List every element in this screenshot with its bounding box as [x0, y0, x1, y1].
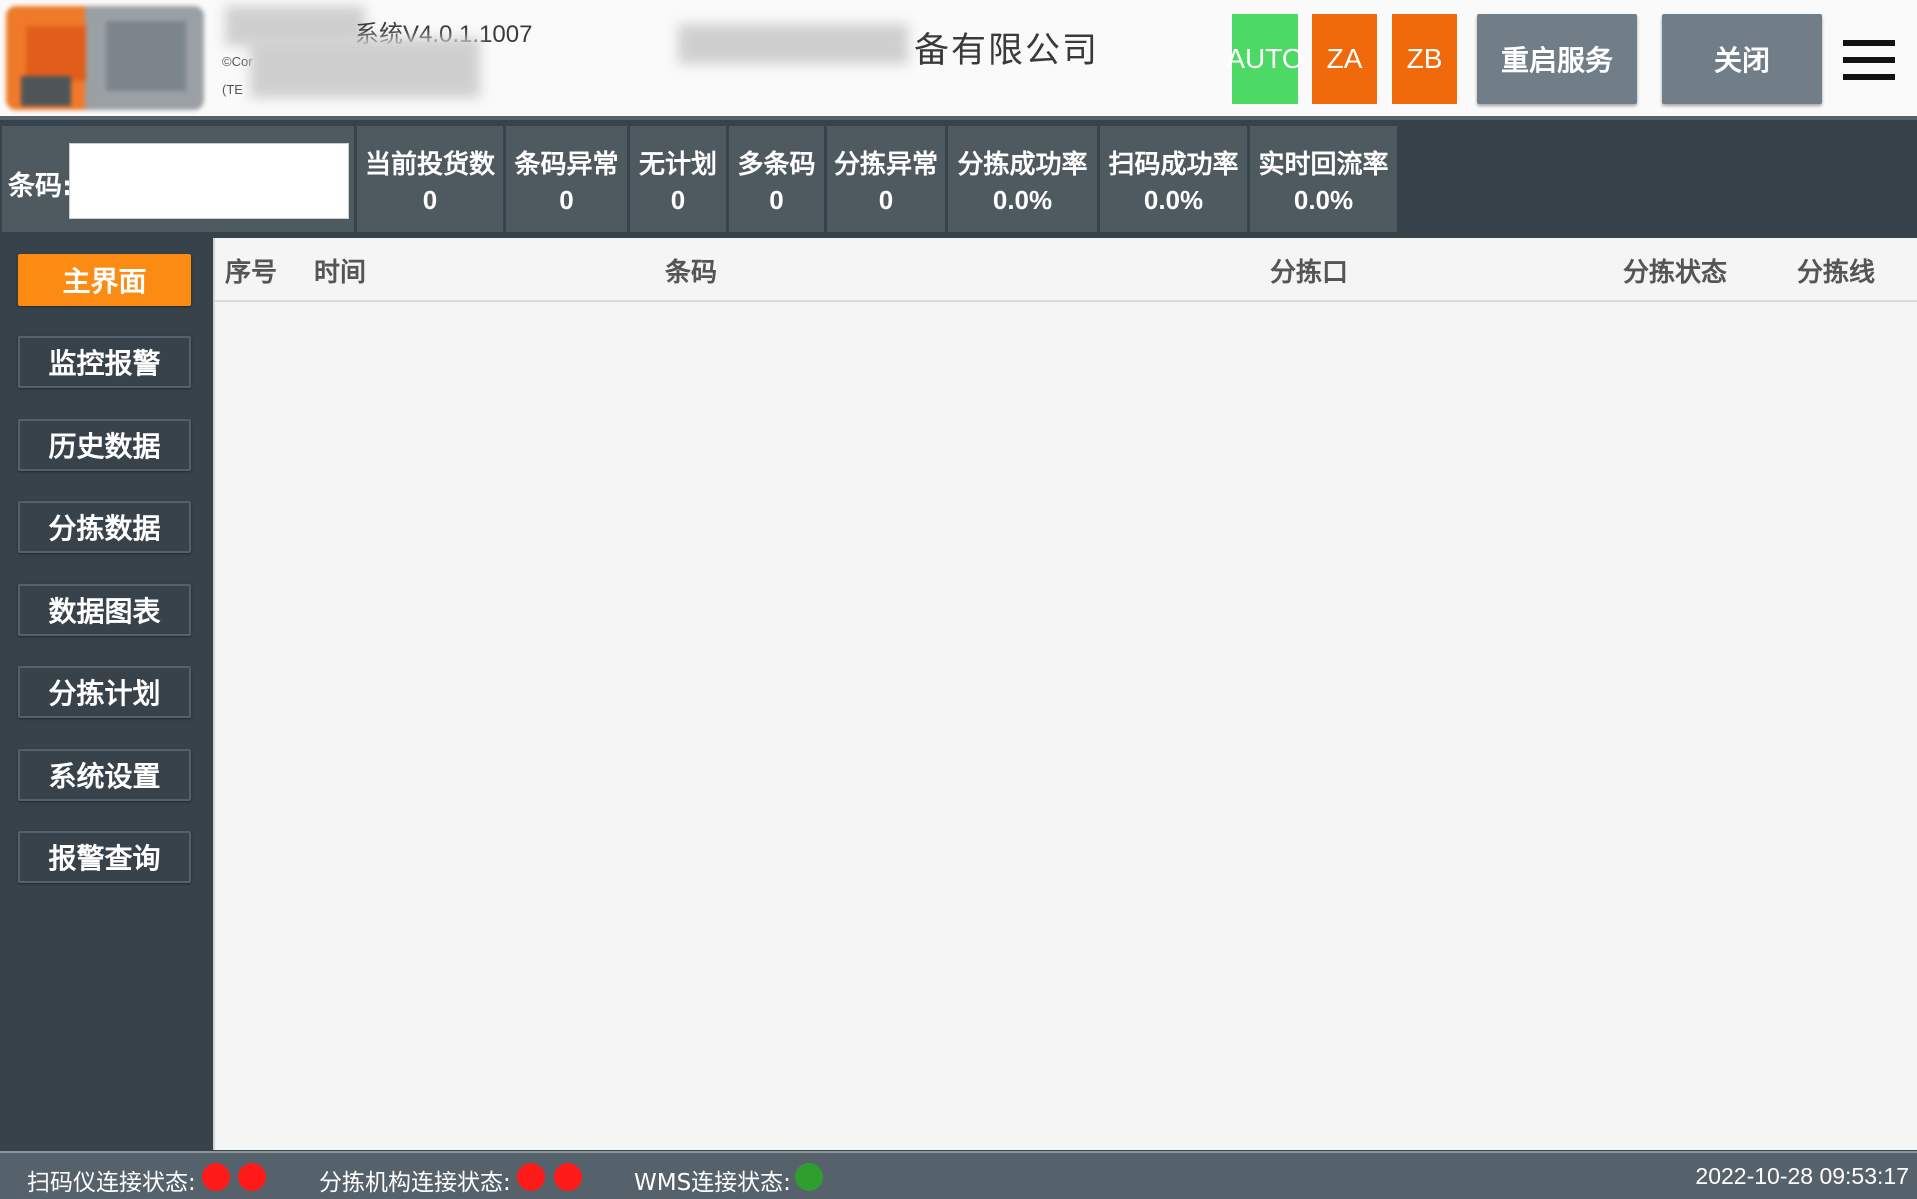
hamburger-menu-icon[interactable]	[1843, 40, 1895, 80]
column-header-time[interactable]: 时间	[314, 252, 366, 289]
table-header: 序号 时间 条码 分拣口 分拣状态 分拣线	[215, 238, 1917, 302]
column-header-barcode[interactable]: 条码	[665, 252, 717, 289]
sidebar-item-charts[interactable]: 数据图表	[18, 584, 191, 636]
mode-auto-button[interactable]: AUTO	[1226, 14, 1304, 104]
stat-label: 分拣异常	[833, 150, 938, 180]
stat-label: 无计划	[638, 150, 717, 180]
status-bar: 扫码仪连接状态: 分拣机构连接状态: WMS连接状态: 2022-10-28 0…	[0, 1151, 1917, 1199]
column-header-sort-line[interactable]: 分拣线	[1797, 252, 1875, 289]
redacted-company-prefix	[678, 24, 908, 64]
sidebar-nav: 主界面 监控报警 历史数据 分拣数据 数据图表 分拣计划 系统设置 报警查询	[0, 238, 211, 1148]
app-window: 系统V4.0.1.1007 ©Cor (TE 备有限公司 AUTO ZA ZB …	[0, 0, 1917, 1199]
stat-value: 0.0%	[1143, 185, 1204, 215]
stat-sort-success-rate: 分拣成功率 0.0%	[948, 126, 1097, 232]
copyright-text-2: (TE	[222, 82, 243, 97]
barcode-label: 条码:	[8, 171, 73, 202]
barcode-input[interactable]	[69, 143, 349, 219]
company-name: 备有限公司	[914, 31, 1100, 71]
wms-status-indicator	[795, 1163, 823, 1191]
stat-label: 实时回流率	[1258, 150, 1389, 180]
sorter-status-indicator-2	[554, 1163, 582, 1191]
stat-label: 多条码	[737, 150, 816, 180]
scanner-status-indicator-2	[238, 1163, 266, 1191]
stat-sort-errors: 分拣异常 0	[827, 126, 945, 232]
stat-label: 条码异常	[514, 150, 619, 180]
sidebar-item-settings[interactable]: 系统设置	[18, 749, 191, 801]
column-header-sort-port[interactable]: 分拣口	[1270, 252, 1348, 289]
stat-label: 当前投货数	[364, 150, 495, 180]
scanner-status-label: 扫码仪连接状态:	[27, 1170, 196, 1196]
barcode-panel: 条码:	[2, 126, 354, 232]
stat-scan-success-rate: 扫码成功率 0.0%	[1100, 126, 1247, 232]
scanner-status-indicator-1	[202, 1163, 230, 1191]
stat-value: 0.0%	[1293, 185, 1354, 215]
stat-value: 0	[670, 185, 686, 215]
stat-no-plan: 无计划 0	[630, 126, 726, 232]
sorter-status-label: 分拣机构连接状态:	[319, 1170, 511, 1196]
stats-bar: 条码: 当前投货数 0 条码异常 0 无计划 0 多条码 0 分拣异常 0 分拣…	[0, 124, 1917, 234]
stat-value: 0	[559, 185, 574, 215]
sidebar-item-alarm-query[interactable]: 报警查询	[18, 831, 191, 883]
stat-label: 分拣成功率	[957, 150, 1088, 180]
header-bar: 系统V4.0.1.1007 ©Cor (TE 备有限公司 AUTO ZA ZB …	[0, 0, 1917, 120]
stat-value: 0.0%	[992, 185, 1053, 215]
sort-records-table: 序号 时间 条码 分拣口 分拣状态 分拣线	[213, 238, 1917, 1150]
sorter-status-indicator-1	[517, 1163, 545, 1191]
sidebar-item-sort-data[interactable]: 分拣数据	[18, 501, 191, 553]
stat-barcode-errors: 条码异常 0	[506, 126, 627, 232]
sidebar-item-sort-plan[interactable]: 分拣计划	[18, 666, 191, 718]
stat-current-items: 当前投货数 0	[357, 126, 503, 232]
stat-multi-barcode: 多条码 0	[729, 126, 824, 232]
stat-value: 0	[769, 185, 784, 215]
stat-value: 0	[878, 185, 894, 215]
sidebar-item-history[interactable]: 历史数据	[18, 419, 191, 471]
restart-service-button[interactable]: 重启服务	[1477, 14, 1637, 104]
redacted-copyright	[250, 38, 480, 98]
column-header-sort-status[interactable]: 分拣状态	[1623, 252, 1727, 289]
copyright-text: ©Cor	[222, 54, 253, 69]
stat-reflow-rate: 实时回流率 0.0%	[1250, 126, 1397, 232]
company-logo	[6, 6, 204, 110]
mode-za-button[interactable]: ZA	[1312, 14, 1377, 104]
stat-value: 0	[422, 185, 438, 215]
current-datetime: 2022-10-28 09:53:17	[1695, 1163, 1909, 1189]
wms-status-label: WMS连接状态:	[634, 1170, 791, 1196]
stat-label: 扫码成功率	[1108, 150, 1239, 180]
close-button[interactable]: 关闭	[1662, 14, 1822, 104]
mode-zb-button[interactable]: ZB	[1392, 14, 1457, 104]
column-header-index[interactable]: 序号	[225, 252, 277, 289]
sidebar-item-main[interactable]: 主界面	[18, 254, 191, 306]
sidebar-item-monitor-alarm[interactable]: 监控报警	[18, 336, 191, 388]
